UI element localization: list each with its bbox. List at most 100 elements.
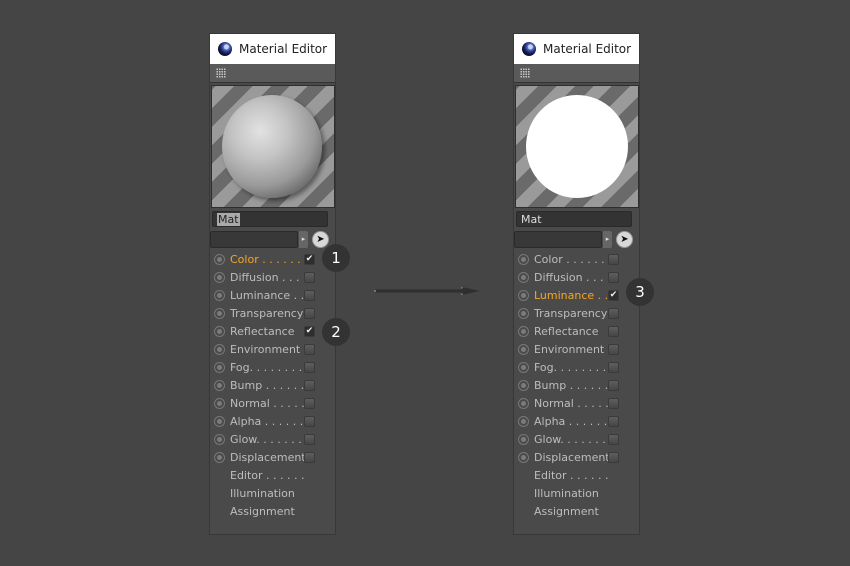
channel-radio-icon[interactable] — [214, 343, 225, 355]
channel-row[interactable]: Fog. . . . . . . . — [514, 358, 639, 376]
channel-label[interactable]: Alpha . . . . . . — [534, 415, 607, 428]
channel-checkbox[interactable] — [608, 271, 619, 283]
channel-label[interactable]: Fog. . . . . . . . — [230, 361, 302, 374]
channel-label[interactable]: Alpha . . . . . . — [230, 415, 303, 428]
channel-radio-icon[interactable] — [518, 289, 529, 301]
channel-radio-icon[interactable] — [214, 415, 225, 427]
channel-row[interactable]: Alpha . . . . . . — [514, 412, 639, 430]
channel-checkbox[interactable] — [608, 307, 619, 319]
channel-checkbox[interactable] — [608, 361, 619, 373]
channel-label[interactable]: Glow. . . . . . . — [534, 433, 606, 446]
material-name-field[interactable]: Mat — [516, 211, 632, 227]
dropdown-arrow-icon[interactable]: ▸ — [603, 231, 612, 248]
settings-row[interactable]: Editor . . . . . . — [514, 466, 639, 484]
cursor-arrow-icon[interactable]: ➤ — [616, 231, 633, 248]
channel-row[interactable]: Displacement — [210, 448, 335, 466]
channel-radio-icon[interactable] — [518, 343, 529, 355]
channel-radio-icon[interactable] — [518, 415, 529, 427]
channel-row[interactable]: Normal . . . . . — [514, 394, 639, 412]
channel-radio-icon[interactable] — [518, 271, 529, 283]
channel-row[interactable]: Environment — [514, 340, 639, 358]
channel-checkbox[interactable] — [304, 343, 315, 355]
channel-radio-icon[interactable] — [214, 361, 225, 373]
channel-checkbox[interactable] — [608, 433, 619, 445]
channel-label[interactable]: Luminance . . — [230, 289, 304, 302]
channel-label[interactable]: Displacement — [230, 451, 306, 464]
channel-checkbox[interactable] — [304, 415, 315, 427]
material-name-field[interactable]: Mat — [212, 211, 328, 227]
channel-label[interactable]: Environment — [230, 343, 300, 356]
cursor-arrow-icon[interactable]: ➤ — [312, 231, 329, 248]
channel-radio-icon[interactable] — [518, 307, 529, 319]
channel-radio-icon[interactable] — [518, 451, 529, 463]
channel-row[interactable]: Luminance . . ✔ — [514, 286, 639, 304]
channel-checkbox[interactable] — [608, 379, 619, 391]
channel-checkbox[interactable] — [608, 397, 619, 409]
channel-checkbox[interactable]: ✔ — [608, 289, 619, 301]
settings-label[interactable]: Illumination — [230, 487, 295, 500]
settings-label[interactable]: Illumination — [534, 487, 599, 500]
channel-row[interactable]: Transparency — [514, 304, 639, 322]
channel-row[interactable]: Displacement — [514, 448, 639, 466]
channel-label[interactable]: Bump . . . . . . — [534, 379, 608, 392]
channel-checkbox[interactable] — [304, 379, 315, 391]
channel-row[interactable]: Environment — [210, 340, 335, 358]
channel-label[interactable]: Normal . . . . . — [230, 397, 305, 410]
settings-row[interactable]: Illumination — [210, 484, 335, 502]
channel-row[interactable]: Glow. . . . . . . — [210, 430, 335, 448]
channel-label[interactable]: Fog. . . . . . . . — [534, 361, 606, 374]
channel-radio-icon[interactable] — [214, 271, 225, 283]
channel-label[interactable]: Glow. . . . . . . — [230, 433, 302, 446]
grip-handle-icon[interactable] — [520, 68, 530, 78]
channel-checkbox[interactable] — [304, 451, 315, 463]
channel-checkbox[interactable] — [304, 361, 315, 373]
channel-row[interactable]: Diffusion . . . — [210, 268, 335, 286]
channel-row[interactable]: Bump . . . . . . — [514, 376, 639, 394]
channel-row[interactable]: Diffusion . . . — [514, 268, 639, 286]
channel-checkbox[interactable] — [304, 289, 315, 301]
channel-label[interactable]: Transparency — [230, 307, 303, 320]
channel-radio-icon[interactable] — [214, 289, 225, 301]
channel-radio-icon[interactable] — [214, 307, 225, 319]
channel-radio-icon[interactable] — [518, 433, 529, 445]
channel-radio-icon[interactable] — [214, 433, 225, 445]
settings-label[interactable]: Editor . . . . . . — [534, 469, 609, 482]
material-preview[interactable] — [515, 85, 639, 208]
channel-checkbox[interactable] — [608, 415, 619, 427]
settings-label[interactable]: Editor . . . . . . — [230, 469, 305, 482]
channel-row[interactable]: Color . . . . . . — [514, 250, 639, 268]
settings-label[interactable]: Assignment — [534, 505, 599, 518]
channel-row[interactable]: Color . . . . . . ✔ — [210, 250, 335, 268]
channel-radio-icon[interactable] — [214, 253, 225, 265]
channel-checkbox[interactable] — [608, 325, 619, 337]
settings-row[interactable]: Editor . . . . . . — [210, 466, 335, 484]
channel-checkbox[interactable] — [608, 343, 619, 355]
channel-radio-icon[interactable] — [518, 253, 529, 265]
channel-label[interactable]: Diffusion . . . — [534, 271, 604, 284]
channel-row[interactable]: Normal . . . . . — [210, 394, 335, 412]
channel-label[interactable]: Color . . . . . . — [534, 253, 605, 266]
channel-label[interactable]: Transparency — [534, 307, 607, 320]
channel-radio-icon[interactable] — [518, 325, 529, 337]
channel-checkbox[interactable] — [304, 307, 315, 319]
preset-dropdown[interactable] — [514, 231, 602, 248]
channel-checkbox[interactable] — [304, 433, 315, 445]
channel-row[interactable]: Glow. . . . . . . — [514, 430, 639, 448]
channel-radio-icon[interactable] — [214, 325, 225, 337]
channel-label[interactable]: Environment — [534, 343, 604, 356]
dropdown-arrow-icon[interactable]: ▸ — [299, 231, 308, 248]
settings-row[interactable]: Assignment — [514, 502, 639, 520]
channel-row[interactable]: Reflectance ✔ — [210, 322, 335, 340]
channel-label[interactable]: Normal . . . . . — [534, 397, 609, 410]
channel-row[interactable]: Fog. . . . . . . . — [210, 358, 335, 376]
channel-label[interactable]: Diffusion . . . — [230, 271, 300, 284]
channel-row[interactable]: Alpha . . . . . . — [210, 412, 335, 430]
channel-label[interactable]: Displacement — [534, 451, 610, 464]
channel-row[interactable]: Reflectance — [514, 322, 639, 340]
channel-label[interactable]: Reflectance — [230, 325, 295, 338]
channel-label[interactable]: Bump . . . . . . — [230, 379, 304, 392]
channel-radio-icon[interactable] — [214, 397, 225, 409]
channel-label[interactable]: Reflectance — [534, 325, 599, 338]
channel-row[interactable]: Luminance . . — [210, 286, 335, 304]
channel-checkbox[interactable] — [608, 451, 619, 463]
